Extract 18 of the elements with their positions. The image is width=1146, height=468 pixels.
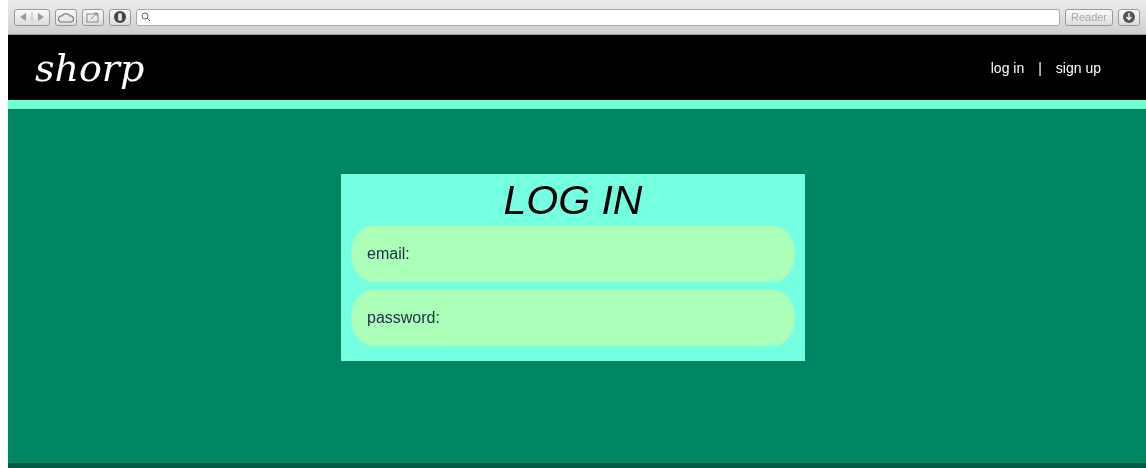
cloud-button[interactable] <box>55 8 77 26</box>
card-title: LOG IN <box>502 176 644 225</box>
hand-icon <box>113 10 127 24</box>
download-button[interactable] <box>1118 8 1140 26</box>
share-button[interactable] <box>82 8 104 26</box>
input-field[interactable]: password: <box>351 290 795 346</box>
cloud-icon <box>58 11 74 23</box>
search-icon <box>141 12 151 22</box>
input-field[interactable]: email: <box>351 226 795 282</box>
nav-separator: | <box>1038 59 1042 76</box>
nav-link[interactable]: log in <box>990 59 1025 76</box>
address-field[interactable] <box>136 8 1060 26</box>
download-icon <box>1122 10 1136 24</box>
nav-link[interactable]: sign up <box>1055 59 1101 76</box>
back-forward-button[interactable] <box>14 8 50 26</box>
logo[interactable]: shorp <box>35 48 145 87</box>
extension-button[interactable] <box>109 8 131 26</box>
share-icon <box>86 11 100 23</box>
